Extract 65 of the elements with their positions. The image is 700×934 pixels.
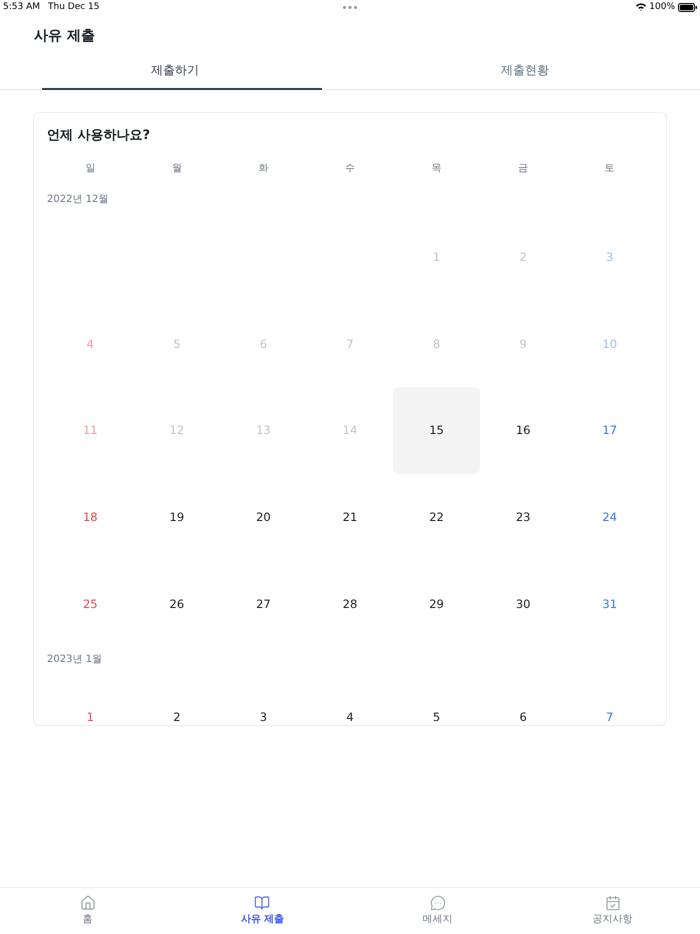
calendar-day: 9: [519, 336, 527, 351]
calendar-day: 6: [260, 336, 268, 351]
calendar-day: 11: [82, 423, 98, 438]
calendar-check-icon: [604, 895, 620, 911]
weekday-label: 월: [172, 162, 182, 176]
calendar-day: 2: [519, 250, 527, 264]
calendar-day: 13: [256, 423, 271, 438]
calendar-day[interactable]: 5: [432, 710, 440, 724]
calendar-day[interactable]: 21: [342, 510, 358, 524]
weekday-label: 화: [258, 162, 268, 176]
month-label: 2022년 12월: [47, 193, 108, 207]
calendar-day[interactable]: 28: [342, 596, 358, 611]
ellipsis-icon: [343, 6, 357, 8]
calendar-day: 14: [342, 423, 358, 438]
chat-bubble-icon: [430, 895, 446, 911]
calendar-day[interactable]: 19: [170, 510, 184, 524]
calendar-day[interactable]: 4: [346, 710, 354, 724]
calendar-day[interactable]: 30: [516, 596, 530, 611]
nav-item[interactable]: 공지사항: [592, 895, 632, 926]
calendar-day: 1: [432, 250, 440, 264]
page-title: 사유 제출: [34, 27, 95, 45]
battery-percentage: 100%: [649, 1, 675, 13]
weekday-label: 수: [344, 162, 355, 176]
calendar-day[interactable]: 27: [256, 596, 271, 611]
calendar-day[interactable]: 15: [393, 387, 480, 474]
battery-icon: [678, 2, 697, 12]
calendar-day[interactable]: 6: [519, 710, 527, 724]
month-label: 2023년 1월: [47, 652, 102, 667]
weekday-label: 목: [432, 162, 442, 176]
book-icon: [254, 895, 270, 911]
calendar-day[interactable]: 1: [86, 710, 94, 724]
calendar-day: 8: [432, 336, 440, 351]
calendar-day[interactable]: 20: [256, 510, 271, 524]
calendar-day[interactable]: 22: [429, 510, 444, 524]
calendar-day[interactable]: 18: [82, 510, 98, 524]
calendar-day: 7: [346, 336, 354, 351]
calendar-day: 4: [86, 336, 94, 351]
nav-item[interactable]: 메세지: [422, 895, 452, 926]
calendar-day[interactable]: 2: [173, 710, 181, 724]
tab[interactable]: 제출현황: [350, 55, 700, 89]
calendar-day: 10: [602, 336, 618, 351]
status-date: Thu Dec 15: [48, 1, 100, 13]
weekday-label: 일: [85, 162, 96, 176]
calendar-day[interactable]: 31: [602, 596, 618, 611]
calendar-day[interactable]: 23: [516, 510, 530, 524]
weekday-label: 토: [604, 162, 615, 176]
nav-item[interactable]: 홈: [80, 895, 96, 926]
calendar-day[interactable]: 25: [82, 596, 98, 611]
calendar-day[interactable]: 26: [170, 596, 184, 611]
calendar-day[interactable]: 16: [516, 423, 530, 438]
card-title: 언제 사용하나요?: [47, 127, 150, 145]
calendar-day[interactable]: 17: [602, 423, 618, 438]
calendar-day: 12: [170, 423, 184, 438]
wifi-icon: [636, 3, 646, 11]
home-icon: [80, 895, 96, 911]
calendar-day: 5: [173, 336, 181, 351]
tab[interactable]: 제출하기: [0, 55, 350, 89]
nav-item[interactable]: 사유 제출: [240, 895, 284, 926]
status-time: 5:53 AM: [3, 1, 40, 13]
weekday-label: 금: [518, 162, 528, 176]
calendar-day[interactable]: 7: [606, 710, 614, 724]
calendar-day: 3: [606, 250, 614, 264]
calendar-day[interactable]: 24: [602, 510, 618, 524]
calendar-day[interactable]: 3: [260, 710, 268, 724]
calendar-day[interactable]: 29: [429, 596, 444, 611]
